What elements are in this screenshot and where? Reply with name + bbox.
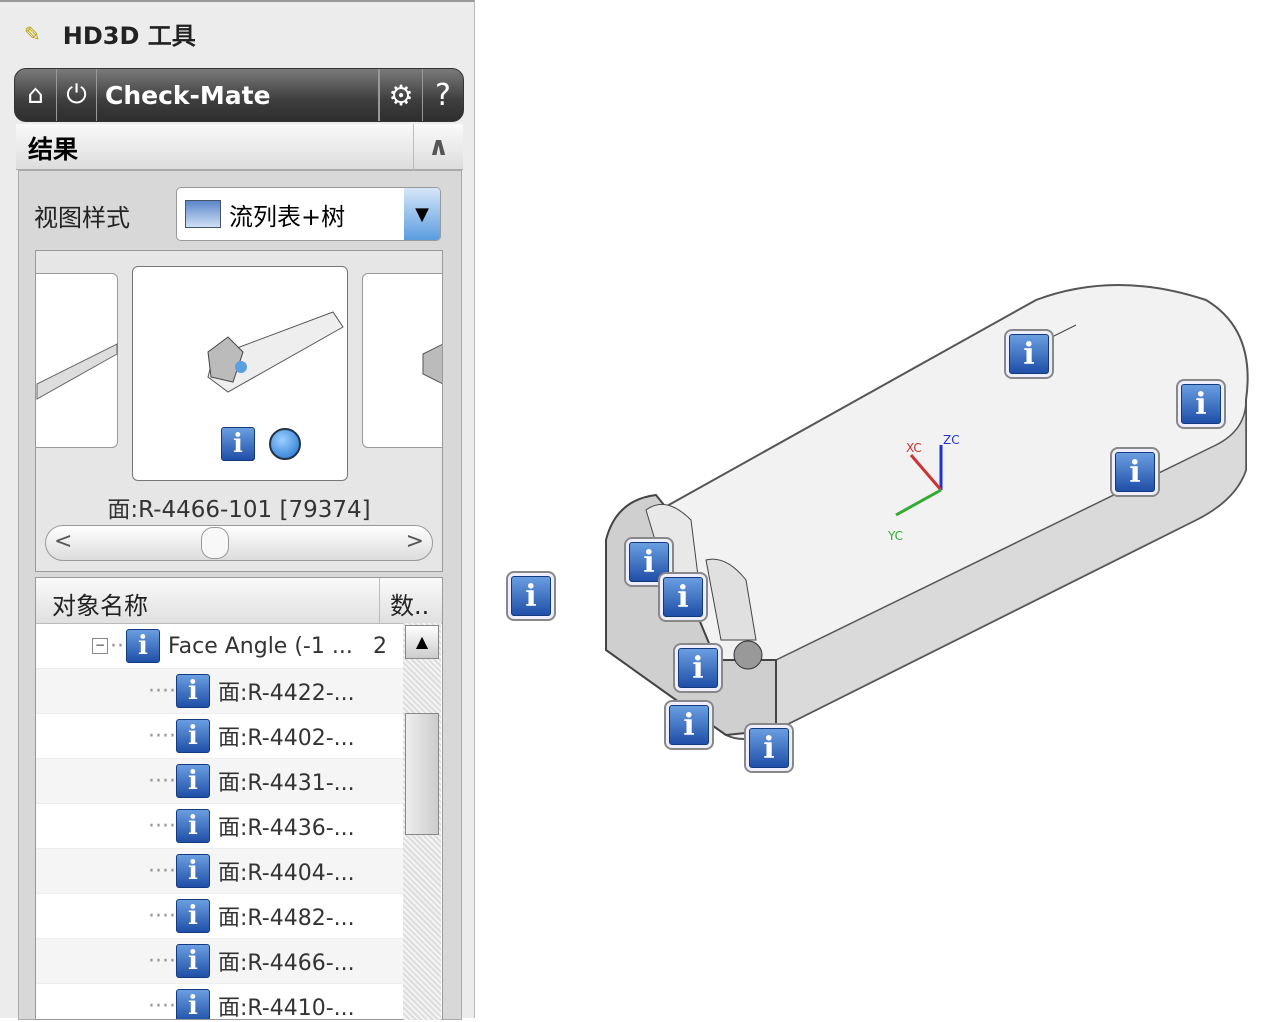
info-icon: i — [1115, 452, 1155, 492]
info-icon: i — [1181, 384, 1221, 424]
part-thumbnail-icon — [36, 343, 118, 400]
info-icon: i — [663, 577, 703, 617]
zc-label: ZC — [943, 433, 960, 447]
info-marker[interactable]: i — [658, 572, 708, 622]
tree-row[interactable]: ···· i 面:R-4422-... — [36, 669, 404, 714]
info-marker[interactable]: i — [673, 643, 723, 693]
info-icon: i — [678, 648, 718, 688]
info-icon: i — [175, 989, 210, 1019]
scroll-thumb[interactable] — [201, 527, 229, 559]
tree-row[interactable]: ···· i 面:R-4482-... — [36, 894, 404, 939]
info-marker[interactable]: i — [1004, 329, 1054, 379]
tree-row[interactable]: ···· i 面:R-4436-... — [36, 804, 404, 849]
chevron-down-icon: ▼ — [415, 203, 429, 225]
panel-title: ✎ HD3D 工具 — [24, 21, 196, 51]
collapse-node-icon[interactable]: − — [92, 638, 108, 654]
thumbnail-caption: 面:R-4466-101 [79374] — [107, 497, 371, 523]
info-icon: i — [175, 944, 210, 978]
status-circle-icon — [269, 428, 301, 460]
hd3d-icon: ✎ — [24, 21, 41, 46]
image-icon — [185, 200, 221, 228]
info-marker[interactable]: i — [664, 700, 714, 750]
tree-row[interactable]: ···· i 面:R-4431-... — [36, 759, 404, 804]
scroll-left-icon[interactable]: < — [54, 529, 72, 554]
info-icon: i — [221, 427, 255, 461]
help-icon: ? — [435, 77, 451, 113]
info-icon: i — [126, 629, 160, 663]
view-style-label: 视图样式 — [34, 204, 130, 232]
home-button[interactable]: ⌂ — [15, 69, 57, 121]
info-icon: i — [1009, 334, 1049, 374]
tree-row[interactable]: ···· i 面:R-4402-... — [36, 714, 404, 759]
results-header[interactable]: 结果 ∧ — [16, 124, 463, 170]
dropdown-arrow-button[interactable]: ▼ — [404, 188, 440, 240]
info-marker[interactable]: i — [744, 723, 794, 773]
tool-name: Check-Mate — [97, 69, 379, 121]
home-icon: ⌂ — [27, 80, 44, 110]
scroll-up-button[interactable]: ▲ — [405, 625, 439, 659]
column-header-count[interactable]: 数.. — [380, 578, 439, 623]
count-cell: 2 — [373, 633, 387, 659]
info-marker[interactable]: i — [506, 571, 556, 621]
info-icon: i — [175, 899, 210, 933]
info-icon: i — [175, 854, 210, 888]
settings-button[interactable]: ⚙ — [379, 69, 423, 121]
xc-label: XC — [906, 441, 922, 455]
carousel-scrollbar[interactable]: < > — [45, 525, 433, 561]
table-scrollbar[interactable]: ▲ — [403, 623, 441, 1020]
gear-icon: ⚙ — [388, 78, 414, 112]
part-thumbnail-icon — [422, 343, 442, 385]
table-header: 对象名称 数.. — [36, 578, 442, 624]
part-thumbnail-icon — [207, 311, 344, 393]
chevron-up-icon: ∧ — [427, 132, 450, 162]
info-icon: i — [669, 705, 709, 745]
info-icon: i — [511, 576, 551, 616]
3d-part-model: XC ZC YC — [605, 284, 1249, 740]
thumbnail-previous[interactable] — [36, 273, 118, 448]
tree-row[interactable]: ···· i 面:R-4466-... — [36, 939, 404, 984]
tree-row[interactable]: ···· i 面:R-4404-... — [36, 849, 404, 894]
tree-row-parent[interactable]: − ·· i Face Angle (-1 ... 2 — [36, 624, 404, 669]
info-marker[interactable]: i — [1176, 379, 1226, 429]
hd3d-tools-panel: ✎ HD3D 工具 ⌂ ⏻ Check-Mate ⚙ ? 结果 ∧ 视图样式 流… — [0, 0, 475, 1020]
info-icon: i — [749, 728, 789, 768]
checkmate-toolbar: ⌂ ⏻ Check-Mate ⚙ ? — [14, 68, 464, 122]
info-icon: i — [175, 764, 210, 798]
tree-row[interactable]: ···· i 面:R-4410-... — [36, 984, 404, 1019]
results-tree-table: 对象名称 数.. − ·· i Face Angle (-1 ... 2 ···· i 面:R… — [35, 577, 443, 1020]
power-icon: ⏻ — [66, 79, 87, 110]
info-icon: i — [175, 674, 210, 708]
scroll-right-icon[interactable]: > — [406, 529, 424, 554]
collapse-button[interactable]: ∧ — [413, 124, 463, 170]
info-marker[interactable]: i — [1110, 447, 1160, 497]
graphics-viewport[interactable]: XC ZC YC iiiiiiiii — [476, 0, 1262, 1018]
thumbnail-next[interactable] — [362, 273, 442, 448]
scroll-thumb[interactable] — [405, 713, 439, 835]
view-style-dropdown[interactable]: 流列表+树 ▼ — [176, 187, 441, 241]
yc-label: YC — [887, 529, 903, 543]
column-header-object-name[interactable]: 对象名称 — [36, 578, 380, 623]
thumbnail-current[interactable]: i — [132, 266, 348, 481]
info-icon: i — [175, 809, 210, 843]
help-button[interactable]: ? — [423, 69, 463, 121]
info-icon: i — [175, 719, 210, 753]
power-button[interactable]: ⏻ — [57, 69, 97, 121]
